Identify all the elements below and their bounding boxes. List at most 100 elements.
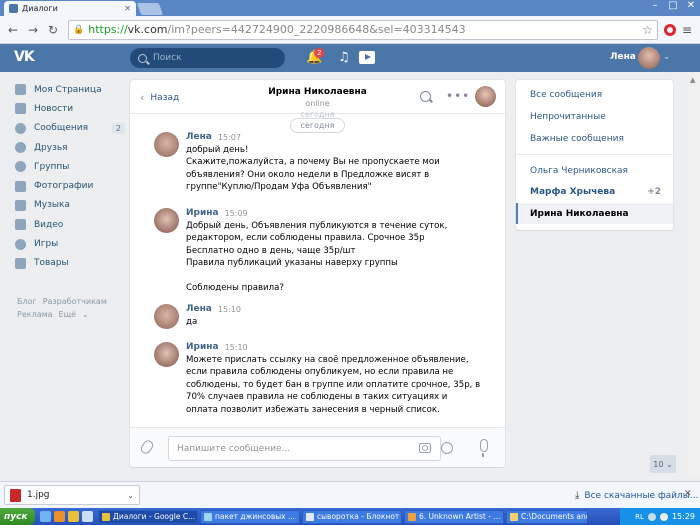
author-avatar[interactable] [154,208,179,233]
task-chrome[interactable]: Диалоги - Google C... [98,509,198,524]
start-button[interactable]: пуск [0,508,35,525]
message-time: 15:09 [224,209,248,218]
message-input[interactable] [177,443,397,454]
bookmark-star-icon[interactable]: ☆ [642,23,653,37]
browser-tabstrip: Диалоги ✕ – □ ✕ [0,0,700,16]
task-player[interactable]: 6. Unknown Artist - ... [404,509,504,524]
nav-item-friends[interactable]: Друзья [15,138,125,157]
friends-icon [15,142,26,154]
task-photo[interactable]: пакет джинсовых ... [200,509,300,524]
author-avatar[interactable] [154,304,179,329]
user-avatar[interactable] [638,47,660,69]
nav-item-games[interactable]: Игры [15,234,125,253]
media-icon[interactable] [82,511,93,522]
conversation-item-active[interactable]: Ирина Николаевна [516,203,673,224]
news-icon [15,103,26,115]
message-author[interactable]: Ирина [186,208,219,218]
user-name[interactable]: Лена [610,52,636,62]
message-input-box[interactable] [168,436,453,461]
scroll-up-icon[interactable]: ▲ [690,76,698,88]
back-nav-icon[interactable]: ← [4,21,22,39]
nav-item-news[interactable]: Новости [15,99,125,118]
maximize-icon[interactable]: □ [666,0,680,11]
opera-icon[interactable] [664,23,676,36]
conversation-item[interactable]: Марфа Хрычева +2 [516,181,673,202]
search-icon[interactable] [420,91,431,102]
vk-search[interactable] [130,48,285,68]
search-input[interactable] [153,53,273,63]
browser-menu-icon[interactable]: ≡ [678,21,696,39]
nav-item-my-page[interactable]: Моя Страница [15,80,125,99]
important-link[interactable]: Важные сообщения [530,134,624,144]
message-time: 15:10 [217,305,241,314]
nav-item-messages[interactable]: Сообщения 2 [15,119,125,138]
chevron-down-icon[interactable]: ⌄ [663,52,671,62]
author-avatar[interactable] [154,342,179,367]
chevron-down-icon[interactable]: ⌄ [82,310,89,319]
forward-nav-icon[interactable]: → [24,21,42,39]
image-icon [204,512,212,521]
smile-icon[interactable] [441,442,453,454]
peer-avatar[interactable] [475,86,496,107]
unread-link[interactable]: Непрочитанные [530,112,606,122]
nav-item-music[interactable]: Музыка [15,196,125,215]
close-window-icon[interactable]: ✕ [684,0,698,11]
reload-icon[interactable]: ↻ [44,21,62,39]
shopping-bag-icon [15,257,26,269]
player-icon [408,512,416,521]
scrollbar[interactable]: ▲ [688,72,700,477]
network-icon[interactable] [647,512,656,521]
message-author[interactable]: Ирина [186,342,219,352]
footer-blog-link[interactable]: Блог [17,297,37,306]
camera-icon[interactable] [419,443,431,453]
author-avatar[interactable] [154,132,179,157]
file-icon [10,488,21,502]
language-indicator[interactable]: RL [635,513,644,521]
notification-badge: 2 [314,48,325,58]
more-icon[interactable]: ••• [446,89,470,103]
message-author[interactable]: Лена [186,304,212,314]
system-tray: RL 15:29 [620,508,700,525]
vk-logo-icon[interactable]: VK [14,49,38,67]
firefox-icon[interactable] [54,511,65,522]
tab-close-icon[interactable]: ✕ [124,4,131,13]
scroll-count-badge[interactable]: 10 ⌄ [650,455,676,473]
notepad-icon [306,512,314,521]
message-author[interactable]: Лена [186,132,212,142]
gamepad-icon [15,238,26,250]
footer-more-link[interactable]: Ещё [59,310,77,319]
camera-icon [15,180,26,192]
address-bar[interactable]: 🔒 https://vk.com/im?peers=442724900_2220… [68,19,658,40]
vk-favicon-icon [9,4,18,13]
download-item[interactable]: 1.jpg ⌄ [4,485,140,505]
nav-item-groups[interactable]: Группы [15,157,125,176]
groups-icon [15,161,26,173]
folder-icon [510,512,518,521]
messages-icon [15,122,26,134]
chrome-icon[interactable] [68,511,79,522]
minimize-icon[interactable]: – [648,0,662,11]
chat-header: ‹ Назад Ирина Николаевна online ••• [130,80,505,114]
microphone-icon[interactable] [480,439,488,457]
footer-ads-link[interactable]: Реклама [17,310,53,319]
ie-icon[interactable] [40,511,51,522]
task-notepad[interactable]: сыворотка - Блокнот [302,509,402,524]
conversation-item[interactable]: Ольга Черниковская [516,160,673,181]
nav-item-video[interactable]: Видео [15,215,125,234]
video-icon[interactable] [359,51,375,64]
new-tab-button[interactable] [136,3,164,15]
close-icon[interactable]: ✕ [684,489,692,499]
all-messages-link[interactable]: Все сообщения [530,90,602,100]
volume-icon[interactable] [659,512,668,521]
music-icon[interactable]: ♫ [338,50,350,65]
all-downloads-link[interactable]: ⤓ Все скачанные файлы... [575,490,698,501]
paperclip-icon[interactable] [138,438,156,456]
nav-item-goods[interactable]: Товары [15,254,125,273]
browser-tab[interactable]: Диалоги ✕ [4,1,136,16]
nav-item-photos[interactable]: Фотографии [15,176,125,195]
footer-dev-link[interactable]: Разработчикам [43,297,107,306]
left-footer: Блог Разработчикам Реклама Ещё ⌄ [17,295,127,321]
download-bar: 1.jpg ⌄ ⤓ Все скачанные файлы... ✕ [0,481,700,508]
task-explorer[interactable]: C:\Documents and S... [506,509,588,524]
chevron-down-icon[interactable]: ⌄ [127,491,134,500]
